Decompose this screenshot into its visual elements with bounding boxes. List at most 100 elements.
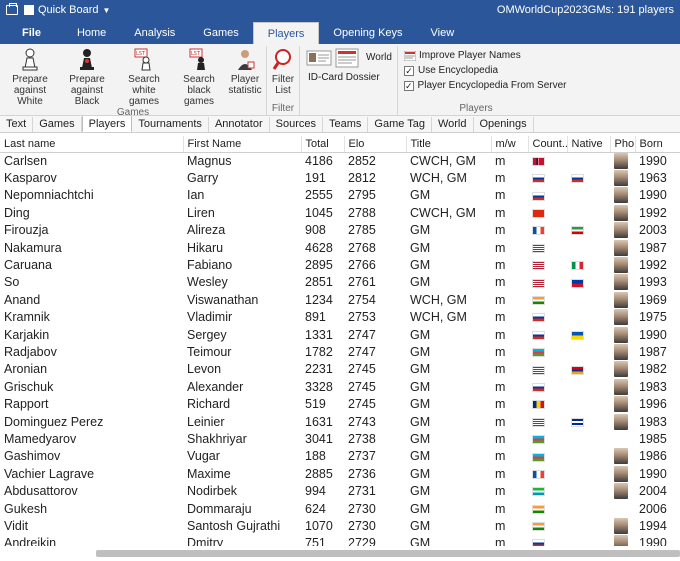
encyclopedia-from-server-checkbox[interactable]: ✓ bbox=[404, 80, 414, 91]
country-flag-icon bbox=[532, 539, 545, 546]
use-encyclopedia-option[interactable]: ✓ Use Encyclopedia bbox=[404, 63, 548, 78]
native-cell bbox=[567, 274, 610, 291]
table-row[interactable]: Andreikin Dmitry 751 2729 GM m 1990 bbox=[0, 535, 680, 546]
filter-list-button[interactable]: Filter List bbox=[269, 46, 297, 103]
mw-cell: m bbox=[495, 310, 506, 325]
table-row[interactable]: Nakamura Hikaru 4628 2768 GM m 1987 bbox=[0, 239, 680, 256]
tab-view[interactable]: View bbox=[417, 22, 469, 44]
elo-cell: 2785 bbox=[348, 223, 376, 238]
search-white-games-button[interactable]: LST Search white games bbox=[116, 46, 172, 107]
quick-board-checkbox[interactable] bbox=[24, 5, 34, 15]
table-row[interactable]: Caruana Fabiano 2895 2766 GM m 1992 bbox=[0, 256, 680, 274]
native-flag-icon bbox=[571, 174, 584, 184]
quick-board-label[interactable]: Quick Board bbox=[38, 4, 99, 16]
photo-cell bbox=[610, 169, 635, 187]
table-row[interactable]: Kasparov Garry 191 2812 WCH, GM m 1963 bbox=[0, 169, 680, 187]
first-name-cell: Wesley bbox=[187, 275, 228, 290]
table-row[interactable]: Karjakin Sergey 1331 2747 GM m 1990 bbox=[0, 326, 680, 343]
title-cell: GM bbox=[410, 466, 431, 481]
id-card-dossier-label[interactable]: ID-Card Dossier bbox=[308, 72, 395, 83]
ribbon-panel: Prepare against White Prepare against Bl… bbox=[0, 44, 680, 118]
first-name-cell: Viswanathan bbox=[187, 292, 259, 307]
last-name-cell: Andreikin bbox=[4, 536, 57, 546]
native-cell bbox=[567, 535, 610, 546]
scrollbar-thumb[interactable] bbox=[96, 550, 680, 557]
born-cell: 1990 bbox=[639, 536, 667, 546]
title-cell: GM bbox=[410, 275, 431, 290]
dossier-icon[interactable] bbox=[334, 48, 362, 70]
title-cell: GM bbox=[410, 344, 431, 359]
table-row[interactable]: Kramnik Vladimir 891 2753 WCH, GM m 1975 bbox=[0, 309, 680, 326]
table-row[interactable]: Vachier Lagrave Maxime 2885 2736 GM m 1990 bbox=[0, 465, 680, 482]
native-cell bbox=[567, 291, 610, 308]
improve-player-names-button[interactable]: Improve Player Names bbox=[403, 48, 548, 63]
table-row[interactable]: Vidit Santosh Gujrathi 1070 2730 GM m 1994 bbox=[0, 517, 680, 534]
column-header-photo[interactable]: Pho... bbox=[610, 136, 636, 153]
subtab-teams[interactable]: Teams bbox=[323, 117, 369, 132]
subtab-sources[interactable]: Sources bbox=[270, 117, 323, 132]
table-row[interactable]: Grischuk Alexander 3328 2745 GM m 1983 bbox=[0, 378, 680, 395]
table-row[interactable]: Rapport Richard 519 2745 GM m 1996 bbox=[0, 395, 680, 413]
column-header-first-name[interactable]: First Name bbox=[183, 136, 302, 153]
column-header-last-name[interactable]: Last name bbox=[0, 136, 184, 153]
table-row[interactable]: Ding Liren 1045 2788 CWCH, GM m 1992 bbox=[0, 204, 680, 221]
tab-games[interactable]: Games bbox=[189, 22, 252, 44]
subtab-tournaments[interactable]: Tournaments bbox=[132, 117, 209, 132]
column-header-elo[interactable]: Elo bbox=[344, 136, 407, 153]
table-row[interactable]: Mamedyarov Shakhriyar 3041 2738 GM m 1985 bbox=[0, 430, 680, 447]
native-cell bbox=[567, 187, 610, 204]
tab-analysis[interactable]: Analysis bbox=[120, 22, 189, 44]
player-photo-icon bbox=[614, 483, 628, 500]
tab-opening-keys[interactable]: Opening Keys bbox=[319, 22, 416, 44]
born-cell: 1994 bbox=[639, 518, 667, 533]
player-statistic-button[interactable]: Player statistic bbox=[226, 46, 264, 107]
table-row[interactable]: Abdusattorov Nodirbek 994 2731 GM m 2004 bbox=[0, 482, 680, 500]
mw-cell: m bbox=[495, 518, 506, 533]
table-row[interactable]: Gukesh Dommaraju 624 2730 GM m 2006 bbox=[0, 500, 680, 517]
subtab-text[interactable]: Text bbox=[0, 117, 34, 132]
total-cell: 908 bbox=[305, 223, 326, 238]
born-cell: 1987 bbox=[639, 240, 667, 255]
country-flag-icon bbox=[532, 487, 545, 497]
born-cell: 1990 bbox=[639, 188, 667, 203]
table-row[interactable]: Dominguez Perez Leinier 1631 2743 GM m 1983 bbox=[0, 413, 680, 430]
player-photo-icon bbox=[614, 309, 628, 326]
table-row[interactable]: Radjabov Teimour 1782 2747 GM m 1987 bbox=[0, 343, 680, 360]
use-encyclopedia-checkbox[interactable]: ✓ bbox=[404, 65, 414, 76]
subtab-game-tag[interactable]: Game Tag bbox=[368, 117, 432, 132]
tab-players[interactable]: Players bbox=[252, 22, 320, 44]
table-row[interactable]: Firouzja Alireza 908 2785 GM m 2003 bbox=[0, 222, 680, 239]
table-row[interactable]: Nepomniachtchi Ian 2555 2795 GM m 1990 bbox=[0, 187, 680, 204]
elo-cell: 2729 bbox=[348, 536, 376, 546]
tab-home[interactable]: Home bbox=[63, 22, 120, 44]
id-card-icon[interactable] bbox=[306, 48, 334, 70]
last-name-cell: Grischuk bbox=[4, 379, 54, 394]
photo-cell bbox=[610, 343, 635, 360]
search-black-games-button[interactable]: LST Search black games bbox=[172, 46, 226, 107]
column-header-native[interactable]: Native bbox=[567, 136, 611, 153]
tab-file[interactable]: File bbox=[0, 22, 63, 44]
column-header-mw[interactable]: m/w bbox=[491, 136, 529, 153]
table-row[interactable]: Carlsen Magnus 4186 2852 CWCH, GM m 1990 bbox=[0, 152, 680, 169]
subtab-world[interactable]: World bbox=[432, 117, 474, 132]
encyclopedia-from-server-option[interactable]: ✓ Player Encyclopedia From Server bbox=[404, 78, 567, 93]
table-row[interactable]: Aronian Levon 2231 2745 GM m 1982 bbox=[0, 361, 680, 378]
column-header-country[interactable]: Count... bbox=[528, 136, 568, 153]
elo-cell: 2738 bbox=[348, 431, 376, 446]
horizontal-scrollbar[interactable] bbox=[0, 547, 680, 561]
world-button[interactable]: World bbox=[366, 52, 392, 63]
column-header-title[interactable]: Title bbox=[406, 136, 492, 153]
subtab-annotator[interactable]: Annotator bbox=[209, 117, 270, 132]
table-row[interactable]: Anand Viswanathan 1234 2754 WCH, GM m 1969 bbox=[0, 291, 680, 308]
column-header-total[interactable]: Total bbox=[301, 136, 345, 153]
printer-icon[interactable] bbox=[6, 3, 18, 15]
prepare-against-black-button[interactable]: Prepare against Black bbox=[58, 46, 116, 107]
subtab-openings[interactable]: Openings bbox=[474, 117, 534, 132]
table-row[interactable]: Gashimov Vugar 188 2737 GM m 1986 bbox=[0, 448, 680, 465]
table-row[interactable]: So Wesley 2851 2761 GM m 1993 bbox=[0, 274, 680, 291]
total-cell: 994 bbox=[305, 484, 326, 499]
subtab-games[interactable]: Games bbox=[33, 117, 82, 132]
column-header-born[interactable]: Born bbox=[635, 136, 680, 153]
prepare-against-white-button[interactable]: Prepare against White bbox=[2, 46, 58, 107]
quick-board-dropdown-icon[interactable]: ▼ bbox=[103, 6, 111, 15]
